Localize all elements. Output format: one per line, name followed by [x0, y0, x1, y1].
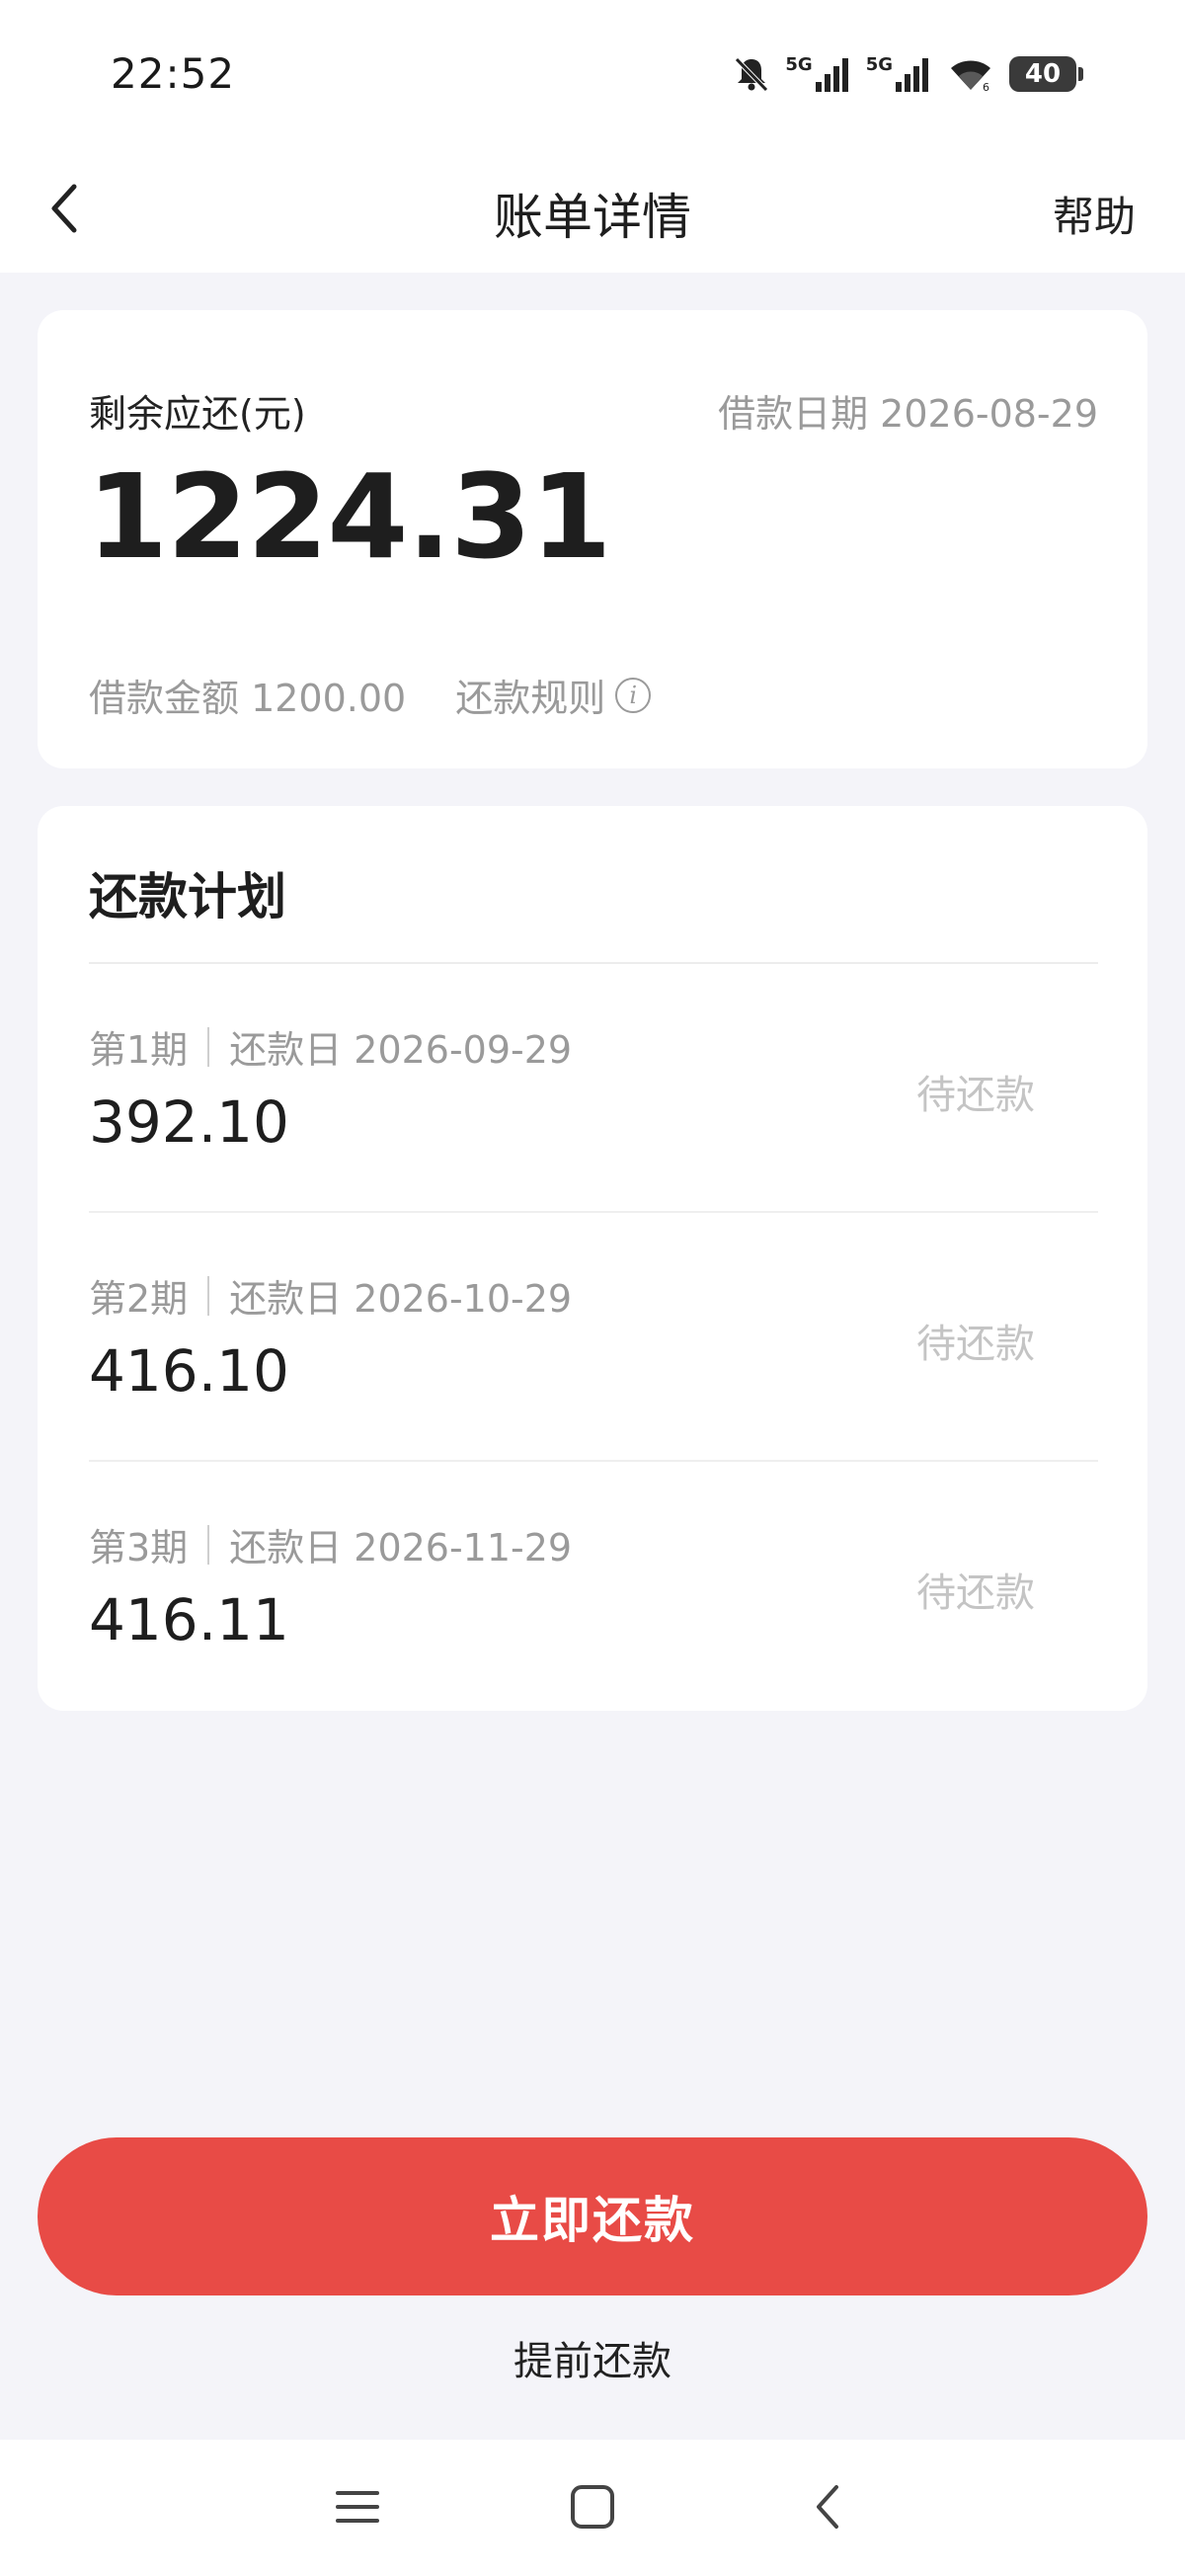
remaining-label: 剩余应还(元): [89, 392, 306, 436]
menu-icon: [335, 2487, 380, 2531]
plan-row[interactable]: 第2期 还款日 2026-10-29 416.10 待还款: [89, 1213, 1098, 1462]
battery-icon: 40: [1009, 56, 1083, 92]
back-icon: [811, 2482, 844, 2536]
repayment-rules-link[interactable]: 还款规则 i: [455, 668, 652, 722]
plan-status: 待还款: [916, 1322, 1035, 1367]
separator: [207, 1524, 210, 1565]
plan-due-date: 还款日 2026-10-29: [229, 1277, 573, 1321]
status-bar: 22:52 5G 5G 6 40: [0, 0, 1185, 148]
mute-bell-icon: [732, 54, 771, 94]
plan-period: 第1期: [89, 1028, 189, 1072]
status-time: 22:52: [111, 49, 236, 98]
system-back-button[interactable]: [798, 2479, 857, 2538]
plan-list: 第1期 还款日 2026-09-29 392.10 待还款 第2期 还款日 20…: [89, 964, 1098, 1711]
menu-button[interactable]: [328, 2479, 387, 2538]
plan-due-date: 还款日 2026-09-29: [229, 1028, 573, 1072]
repayment-plan-card: 还款计划 第1期 还款日 2026-09-29 392.10 待还款 第2期 还…: [38, 806, 1147, 1711]
plan-amount: 392.10: [89, 1088, 289, 1156]
signal-icon: 5G: [866, 54, 932, 94]
page-title: 账单详情: [494, 189, 691, 246]
plan-row[interactable]: 第3期 还款日 2026-11-29 416.11 待还款: [89, 1462, 1098, 1711]
loan-date: 借款日期 2026-08-29: [718, 392, 1098, 436]
info-icon: i: [615, 677, 652, 713]
plan-due-date: 还款日 2026-11-29: [229, 1526, 573, 1570]
network-label: 5G: [865, 54, 893, 75]
plan-period: 第2期: [89, 1277, 189, 1321]
nav-bar: 账单详情 帮助: [0, 148, 1185, 273]
plan-row-meta: 第1期 还款日 2026-09-29: [89, 1019, 572, 1074]
loan-amount: 借款金额 1200.00: [89, 677, 407, 720]
plan-amount: 416.11: [89, 1586, 289, 1653]
status-icons: 5G 5G 6 40: [732, 51, 1083, 97]
summary-footer: 借款金额 1200.00 还款规则 i: [89, 668, 652, 722]
signal-icon: 5G: [785, 54, 851, 94]
plan-amount: 416.10: [89, 1337, 289, 1405]
separator: [207, 1275, 210, 1316]
plan-period: 第3期: [89, 1526, 189, 1570]
wifi-icon: 6: [946, 54, 995, 94]
repayment-rules-label: 还款规则: [455, 677, 606, 720]
summary-card: 剩余应还(元) 借款日期 2026-08-29 1224.31 借款金额 120…: [38, 310, 1147, 768]
plan-row-meta: 第3期 还款日 2026-11-29: [89, 1517, 572, 1571]
prepay-link[interactable]: 提前还款: [0, 2329, 1185, 2386]
home-icon: [570, 2484, 615, 2534]
network-label: 5G: [785, 54, 813, 75]
plan-row[interactable]: 第1期 还款日 2026-09-29 392.10 待还款: [89, 964, 1098, 1213]
plan-status: 待还款: [916, 1570, 1035, 1616]
separator: [207, 1026, 210, 1067]
help-link[interactable]: 帮助: [1053, 184, 1136, 244]
svg-text:6: 6: [983, 81, 989, 94]
plan-status: 待还款: [916, 1073, 1035, 1118]
system-nav-bar: [0, 2440, 1185, 2576]
home-button[interactable]: [563, 2479, 622, 2538]
remaining-amount: 1224.31: [87, 448, 611, 585]
plan-row-meta: 第2期 还款日 2026-10-29: [89, 1268, 572, 1323]
pay-now-button[interactable]: 立即还款: [38, 2137, 1147, 2295]
plan-title: 还款计划: [89, 868, 286, 926]
